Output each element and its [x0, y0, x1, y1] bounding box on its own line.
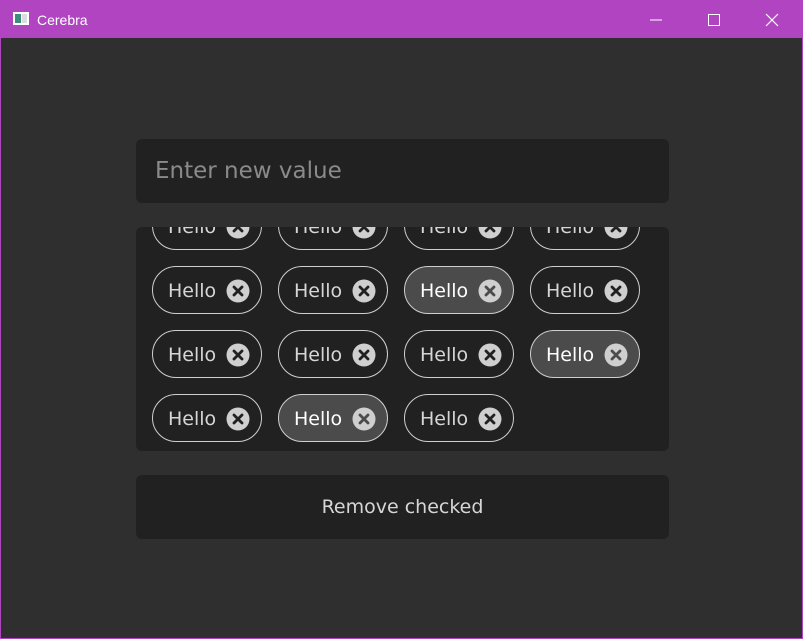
title-bar[interactable]: Cerebra — [1, 1, 802, 38]
chip-label: Hello — [420, 280, 469, 302]
chip-label: Hello — [168, 280, 217, 302]
close-circle-icon[interactable] — [478, 343, 502, 367]
close-circle-icon[interactable] — [478, 407, 502, 431]
chip-label: Hello — [546, 227, 595, 238]
chip-label: Hello — [294, 280, 343, 302]
chip[interactable]: Hello — [530, 227, 640, 250]
close-circle-icon[interactable] — [226, 407, 250, 431]
chip[interactable]: Hello — [278, 227, 388, 250]
chip[interactable]: Hello — [278, 394, 388, 442]
chip[interactable]: Hello — [404, 227, 514, 250]
chip[interactable]: Hello — [530, 330, 640, 378]
chip-label: Hello — [546, 344, 595, 366]
remove-checked-button[interactable]: Remove checked — [136, 475, 669, 539]
chip[interactable]: Hello — [404, 266, 514, 314]
close-circle-icon[interactable] — [352, 227, 376, 239]
window-title: Cerebra — [37, 12, 88, 28]
maximize-button[interactable] — [685, 1, 743, 38]
maximize-icon — [708, 14, 720, 26]
close-circle-icon[interactable] — [352, 407, 376, 431]
close-icon — [765, 13, 779, 27]
minimize-icon — [650, 19, 662, 21]
chip-label: Hello — [168, 408, 217, 430]
chip-label: Hello — [420, 227, 469, 238]
chip-label: Hello — [294, 344, 343, 366]
chip-list[interactable]: Hello Hello Hello Hello Hello Hello Hello Hello… — [136, 227, 669, 451]
chip-label: Hello — [168, 227, 217, 238]
close-circle-icon[interactable] — [226, 227, 250, 239]
chip[interactable]: Hello — [152, 266, 262, 314]
close-circle-icon[interactable] — [226, 343, 250, 367]
close-circle-icon[interactable] — [478, 227, 502, 239]
app-icon — [13, 12, 29, 25]
chip-label: Hello — [420, 344, 469, 366]
chip[interactable]: Hello — [152, 227, 262, 250]
new-value-field[interactable] — [136, 139, 669, 203]
chip[interactable]: Hello — [152, 330, 262, 378]
close-circle-icon[interactable] — [604, 279, 628, 303]
minimize-button[interactable] — [627, 1, 685, 38]
chip[interactable]: Hello — [404, 394, 514, 442]
chip[interactable]: Hello — [278, 330, 388, 378]
chip-label: Hello — [294, 227, 343, 238]
chip[interactable]: Hello — [404, 330, 514, 378]
app-window: Cerebra HelloHelloHelloHelloHelloHelloHe… — [0, 0, 803, 639]
close-circle-icon[interactable] — [478, 279, 502, 303]
close-button[interactable] — [743, 1, 801, 38]
chip-label: Hello — [546, 280, 595, 302]
chip[interactable]: Hello — [152, 394, 262, 442]
chip[interactable]: Hello — [530, 266, 640, 314]
chip-label: Hello — [168, 344, 217, 366]
close-circle-icon[interactable] — [352, 279, 376, 303]
new-value-input[interactable] — [136, 139, 669, 203]
chip[interactable]: Hello — [278, 266, 388, 314]
close-circle-icon[interactable] — [352, 343, 376, 367]
chip-label: Hello — [420, 408, 469, 430]
chip-label: Hello — [294, 408, 343, 430]
close-circle-icon[interactable] — [604, 343, 628, 367]
close-circle-icon[interactable] — [226, 279, 250, 303]
close-circle-icon[interactable] — [604, 227, 628, 239]
